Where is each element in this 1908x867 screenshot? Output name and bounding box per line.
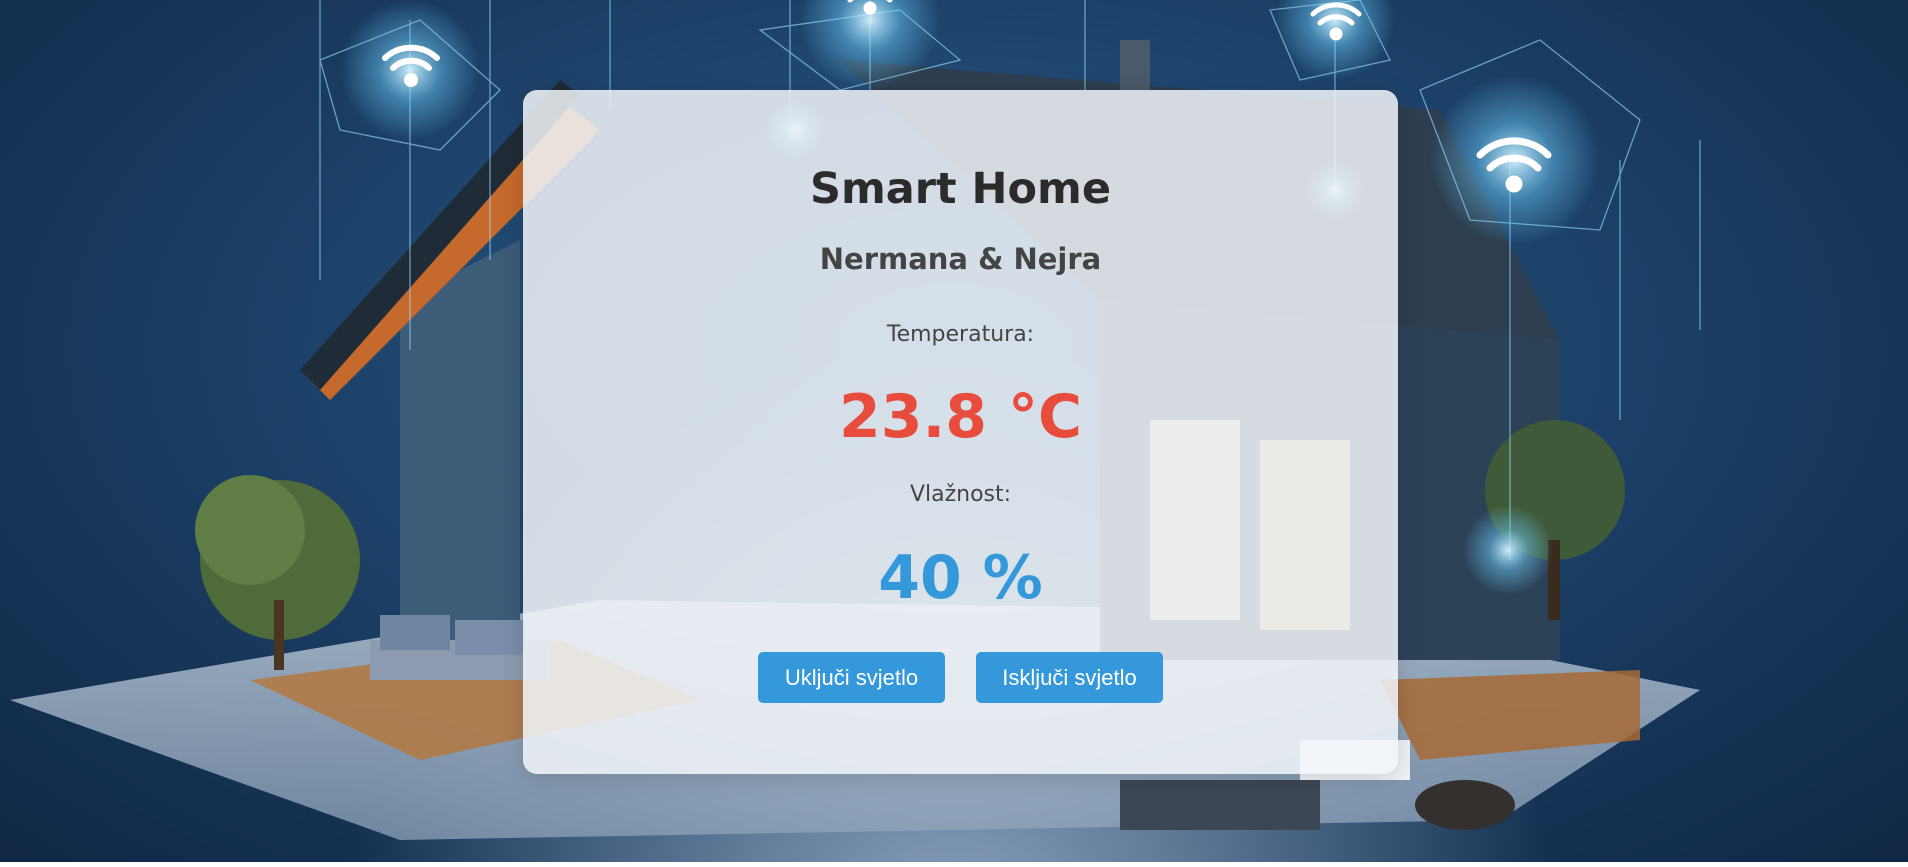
owners-subtitle: Nermana & Nejra xyxy=(819,242,1102,276)
temperature-value: 23.8 °C xyxy=(839,382,1082,452)
light-on-button[interactable]: Uključi svjetlo xyxy=(758,652,945,703)
light-off-button[interactable]: Isključi svjetlo xyxy=(976,652,1163,703)
temperature-label: Temperatura: xyxy=(886,322,1035,347)
humidity-label: Vlažnost: xyxy=(909,482,1012,507)
light-controls: Uključi svjetlo Isključi svjetlo xyxy=(523,652,1398,703)
dashboard-card: Smart Home Nermana & Nejra Temperatura: … xyxy=(523,90,1398,774)
page-bottom-edge xyxy=(0,862,1908,867)
page-title: Smart Home xyxy=(809,164,1112,214)
humidity-value: 40 % xyxy=(878,543,1043,613)
